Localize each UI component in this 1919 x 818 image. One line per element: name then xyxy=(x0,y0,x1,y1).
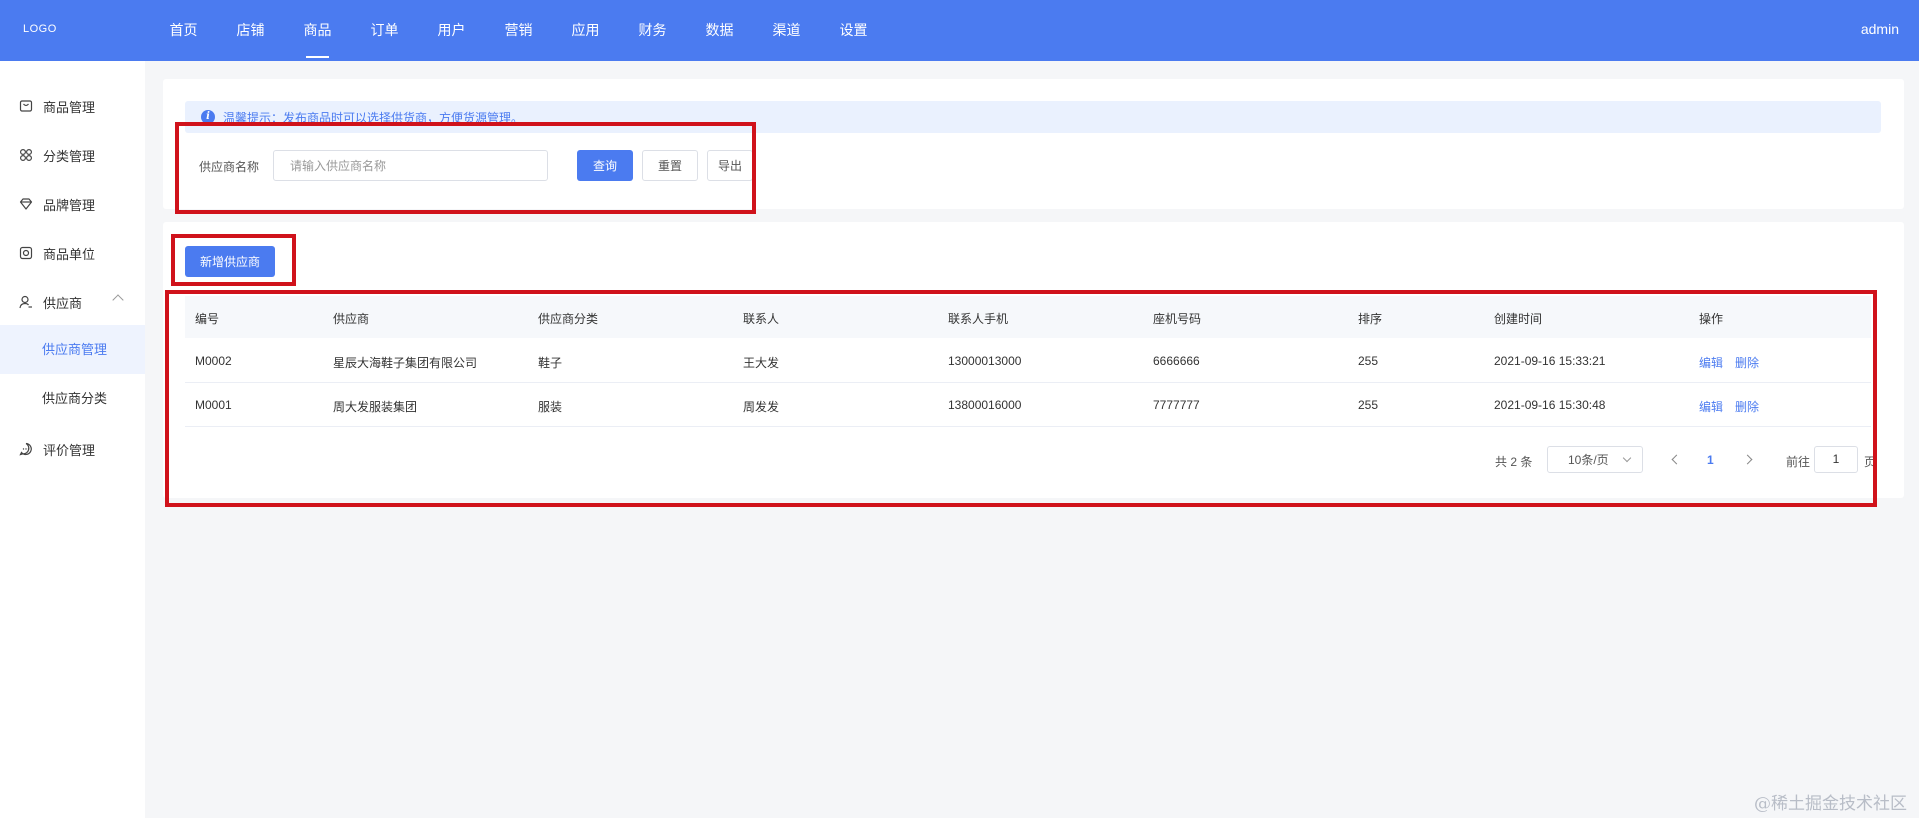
sidebar-item-label: 评价管理 xyxy=(43,442,96,458)
sidebar-item-brand-management[interactable]: 品牌管理 xyxy=(0,181,145,227)
logo: LOGO xyxy=(23,23,57,35)
highlight-box-search xyxy=(175,122,756,214)
sidebar-item-goods-management[interactable]: 商品管理 xyxy=(0,83,145,129)
sidebar-subitem-supplier-management[interactable]: 供应商管理 xyxy=(0,325,145,374)
sidebar-item-goods-unit[interactable]: 商品单位 xyxy=(0,230,145,276)
top-navbar: LOGO 首页 店铺 商品 订单 用户 营销 应用 财务 数据 渠道 设置 ad… xyxy=(0,0,1919,61)
ruler-icon xyxy=(19,246,33,260)
sidebar-item-category-management[interactable]: 分类管理 xyxy=(0,132,145,178)
sidebar-item-label: 供应商 xyxy=(43,295,83,311)
chevron-up-icon xyxy=(112,294,124,306)
sidebar-item-label: 品牌管理 xyxy=(43,197,96,213)
top-nav: 首页 店铺 商品 订单 用户 营销 应用 财务 数据 渠道 设置 xyxy=(150,0,887,61)
nav-shop[interactable]: 店铺 xyxy=(217,0,284,61)
sidebar-item-supplier[interactable]: 供应商 xyxy=(0,279,145,325)
nav-home[interactable]: 首页 xyxy=(150,0,217,61)
sidebar-item-label: 商品管理 xyxy=(43,99,96,115)
nav-apps[interactable]: 应用 xyxy=(552,0,619,61)
user-menu[interactable]: admin xyxy=(1861,21,1899,37)
highlight-box-add xyxy=(171,234,296,286)
nav-marketing[interactable]: 营销 xyxy=(485,0,552,61)
nav-finance[interactable]: 财务 xyxy=(619,0,686,61)
nav-goods[interactable]: 商品 xyxy=(284,0,351,61)
highlight-box-table xyxy=(165,290,1877,507)
user-icon xyxy=(19,295,32,309)
sidebar-item-label: 商品单位 xyxy=(43,246,96,262)
sidebar-item-label: 分类管理 xyxy=(43,148,96,164)
grid-icon xyxy=(19,148,33,162)
sidebar-item-review-management[interactable]: 评价管理 xyxy=(0,426,145,472)
nav-orders[interactable]: 订单 xyxy=(351,0,418,61)
chat-icon xyxy=(19,442,32,456)
nav-settings[interactable]: 设置 xyxy=(820,0,887,61)
nav-data[interactable]: 数据 xyxy=(686,0,753,61)
sidebar-subitem-supplier-category[interactable]: 供应商分类 xyxy=(0,374,145,423)
watermark: @稀土掘金技术社区 xyxy=(1754,794,1907,814)
bag-icon xyxy=(19,100,33,112)
sidebar: 商品管理 分类管理 品牌管理 商品单位 供应商 供应商管理 供应商分类 评价管理 xyxy=(0,61,145,818)
diamond-icon xyxy=(19,198,33,210)
nav-users[interactable]: 用户 xyxy=(418,0,485,61)
nav-channels[interactable]: 渠道 xyxy=(753,0,820,61)
